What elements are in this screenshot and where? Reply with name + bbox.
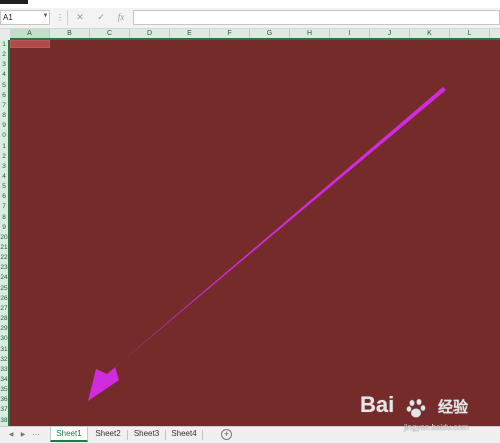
sheet-tab-1[interactable]: Sheet1	[50, 427, 88, 442]
window-top-strip	[0, 0, 500, 8]
enter-icon[interactable]: ✓	[92, 11, 110, 24]
column-header[interactable]: F	[210, 29, 250, 38]
row-header[interactable]: 2	[0, 152, 8, 162]
formula-input[interactable]	[133, 10, 500, 25]
row-header[interactable]: 23	[0, 263, 8, 273]
row-header[interactable]: 28	[0, 314, 8, 324]
column-header[interactable]: I	[330, 29, 370, 38]
formula-bar: A1 ▼ ⋮ ✕ ✓ fx	[0, 8, 500, 29]
row-header[interactable]: 30	[0, 334, 8, 344]
row-header[interactable]: 34	[0, 375, 8, 385]
row-header[interactable]: 5	[0, 182, 8, 192]
row-header[interactable]: 2	[0, 50, 8, 60]
column-headers: ABCDEFGHIJKL	[10, 29, 500, 40]
row-header[interactable]: 3	[0, 162, 8, 172]
scroll-left-icon[interactable]: ◀	[6, 429, 16, 441]
row-header[interactable]: 9	[0, 121, 8, 131]
row-header[interactable]: 21	[0, 243, 8, 253]
row-header[interactable]: 1	[0, 40, 8, 50]
row-header[interactable]: 38	[0, 416, 8, 426]
row-header[interactable]: 33	[0, 365, 8, 375]
insert-function-button[interactable]: fx	[112, 11, 130, 24]
row-header[interactable]: 29	[0, 324, 8, 334]
column-header[interactable]: C	[90, 29, 130, 38]
watermark: Bai 经验 jingyan.baidu.com	[360, 392, 498, 440]
row-header[interactable]: 32	[0, 355, 8, 365]
row-header[interactable]: 20	[0, 233, 8, 243]
row-header[interactable]: 37	[0, 405, 8, 415]
row-header[interactable]: 4	[0, 172, 8, 182]
row-header[interactable]: 26	[0, 294, 8, 304]
row-header[interactable]: 7	[0, 101, 8, 111]
window-tab-fragment	[0, 0, 28, 4]
row-header[interactable]: 0	[0, 131, 8, 141]
column-header[interactable]: H	[290, 29, 330, 38]
sheet-tab-3[interactable]: Sheet3	[128, 427, 165, 442]
row-header[interactable]: 5	[0, 81, 8, 91]
row-header[interactable]: 3	[0, 60, 8, 70]
column-header[interactable]: A	[10, 29, 50, 38]
worksheet-grid[interactable]	[10, 40, 500, 426]
row-header[interactable]: 8	[0, 213, 8, 223]
row-header[interactable]: 6	[0, 192, 8, 202]
grip-icon: ⋮	[56, 13, 64, 22]
watermark-url: jingyan.baidu.com	[404, 423, 469, 432]
add-sheet-icon[interactable]: +	[221, 429, 232, 440]
row-header[interactable]: 27	[0, 304, 8, 314]
annotation-arrow	[88, 87, 446, 401]
row-header[interactable]: 24	[0, 273, 8, 283]
row-header[interactable]: 25	[0, 284, 8, 294]
arrow-icon	[88, 87, 446, 401]
column-header[interactable]: B	[50, 29, 90, 38]
sheet-tab-4[interactable]: Sheet4	[166, 427, 202, 442]
row-header[interactable]: 35	[0, 385, 8, 395]
sheet-tab-2[interactable]: Sheet2	[89, 427, 127, 442]
column-header[interactable]: J	[370, 29, 410, 38]
name-box-value: A1	[3, 13, 13, 22]
column-header[interactable]: G	[250, 29, 290, 38]
watermark-chinese: 经验	[438, 399, 469, 416]
paw-icon	[406, 398, 426, 418]
row-headers: 1 2 3 4 5 6 7 8 9 0 1 2 3 4 5 6 7 8 9 20 21 22 23 24 25 26 27 28 29 3…	[0, 40, 10, 426]
watermark-brand: Bai	[360, 392, 395, 417]
more-tabs-icon[interactable]: ⋯	[32, 429, 42, 441]
column-header[interactable]: D	[130, 29, 170, 38]
chevron-down-icon[interactable]: ▼	[41, 10, 50, 23]
row-header[interactable]: 8	[0, 111, 8, 121]
column-header[interactable]: K	[410, 29, 450, 38]
column-header[interactable]: L	[450, 29, 490, 38]
formula-bar-divider	[67, 10, 68, 25]
row-header[interactable]: 22	[0, 253, 8, 263]
row-header[interactable]: 9	[0, 223, 8, 233]
tab-divider	[202, 430, 203, 440]
row-header[interactable]: 4	[0, 70, 8, 80]
row-header[interactable]: 1	[0, 142, 8, 152]
row-header[interactable]: 7	[0, 202, 8, 212]
row-header[interactable]: 36	[0, 395, 8, 405]
cancel-icon[interactable]: ✕	[71, 11, 89, 24]
row-header[interactable]: 31	[0, 345, 8, 355]
row-header[interactable]: 6	[0, 91, 8, 101]
column-header[interactable]: E	[170, 29, 210, 38]
scroll-right-icon[interactable]: ▶	[18, 429, 28, 441]
